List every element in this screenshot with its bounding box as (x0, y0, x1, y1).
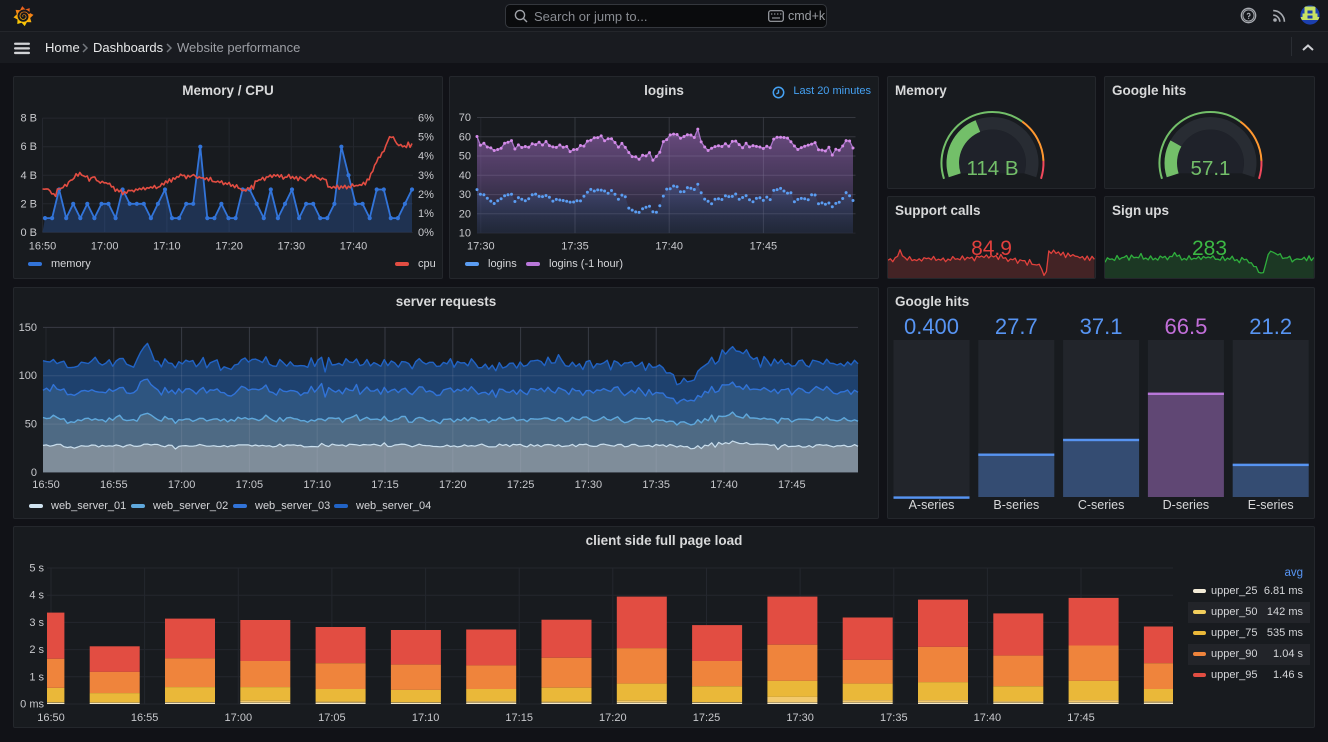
svg-text:16:50: 16:50 (32, 479, 60, 491)
svg-text:17:15: 17:15 (371, 479, 399, 491)
svg-text:1%: 1% (418, 208, 434, 220)
svg-text:100: 100 (19, 370, 37, 382)
svg-text:17:45: 17:45 (778, 479, 806, 491)
svg-text:17:30: 17:30 (575, 479, 603, 491)
svg-text:0 ms: 0 ms (20, 699, 44, 711)
svg-text:66.5: 66.5 (1164, 314, 1207, 339)
svg-text:3%: 3% (418, 170, 434, 182)
svg-text:30: 30 (459, 189, 471, 201)
svg-text:16:55: 16:55 (100, 479, 128, 491)
svg-text:17:45: 17:45 (750, 241, 778, 253)
svg-text:17:00: 17:00 (225, 712, 253, 724)
svg-text:17:40: 17:40 (710, 479, 738, 491)
svg-text:8 B: 8 B (20, 113, 37, 125)
svg-text:50: 50 (459, 151, 471, 163)
svg-text:4 B: 4 B (20, 170, 37, 182)
svg-text:17:40: 17:40 (655, 241, 683, 253)
svg-text:6 B: 6 B (20, 141, 37, 153)
svg-text:150: 150 (19, 322, 37, 334)
svg-text:17:30: 17:30 (786, 712, 814, 724)
svg-text:17:20: 17:20 (439, 479, 467, 491)
svg-text:70: 70 (459, 112, 471, 124)
svg-text:2 B: 2 B (20, 198, 37, 210)
svg-text:3 s: 3 s (29, 617, 44, 629)
svg-text:0.400: 0.400 (904, 314, 959, 339)
svg-text:0 B: 0 B (20, 227, 37, 239)
svg-text:27.7: 27.7 (995, 314, 1038, 339)
svg-text:5%: 5% (418, 132, 434, 144)
svg-text:4%: 4% (418, 151, 434, 163)
svg-text:17:35: 17:35 (880, 712, 908, 724)
svg-text:57.1: 57.1 (1191, 157, 1231, 180)
svg-text:17:20: 17:20 (599, 712, 627, 724)
svg-text:1 s: 1 s (29, 671, 44, 683)
svg-text:37.1: 37.1 (1080, 314, 1123, 339)
svg-text:6%: 6% (418, 113, 434, 125)
svg-text:2 s: 2 s (29, 644, 44, 656)
svg-text:17:00: 17:00 (91, 241, 119, 253)
svg-text:17:15: 17:15 (505, 712, 533, 724)
svg-text:2%: 2% (418, 189, 434, 201)
svg-text:17:45: 17:45 (1067, 712, 1095, 724)
svg-text:16:55: 16:55 (131, 712, 159, 724)
svg-text:60: 60 (459, 131, 471, 143)
svg-text:17:35: 17:35 (561, 241, 589, 253)
svg-text:17:40: 17:40 (340, 241, 368, 253)
svg-text:17:05: 17:05 (318, 712, 346, 724)
svg-text:B-series: B-series (993, 498, 1039, 512)
svg-text:17:05: 17:05 (236, 479, 264, 491)
svg-text:C-series: C-series (1078, 498, 1125, 512)
svg-text:0: 0 (31, 467, 37, 479)
svg-text:17:35: 17:35 (642, 479, 670, 491)
svg-text:17:30: 17:30 (278, 241, 306, 253)
svg-text:40: 40 (459, 170, 471, 182)
svg-text:17:40: 17:40 (974, 712, 1002, 724)
svg-text:17:10: 17:10 (303, 479, 331, 491)
svg-text:0%: 0% (418, 227, 434, 239)
svg-text:17:30: 17:30 (467, 241, 495, 253)
svg-text:50: 50 (25, 419, 37, 431)
svg-text:10: 10 (459, 228, 471, 240)
svg-text:17:25: 17:25 (507, 479, 535, 491)
svg-text:D-series: D-series (1163, 498, 1210, 512)
svg-text:4 s: 4 s (29, 590, 44, 602)
svg-text:17:20: 17:20 (215, 241, 243, 253)
svg-text:5 s: 5 s (29, 563, 44, 575)
svg-text:17:25: 17:25 (693, 712, 721, 724)
svg-text:17:00: 17:00 (168, 479, 196, 491)
svg-text:114 B: 114 B (966, 157, 1018, 180)
svg-text:16:50: 16:50 (37, 712, 65, 724)
svg-text:20: 20 (459, 208, 471, 220)
svg-text:17:10: 17:10 (153, 241, 181, 253)
svg-text:17:10: 17:10 (412, 712, 440, 724)
svg-text:E-series: E-series (1248, 498, 1294, 512)
svg-text:21.2: 21.2 (1249, 314, 1292, 339)
svg-text:16:50: 16:50 (29, 241, 57, 253)
svg-text:A-series: A-series (909, 498, 955, 512)
